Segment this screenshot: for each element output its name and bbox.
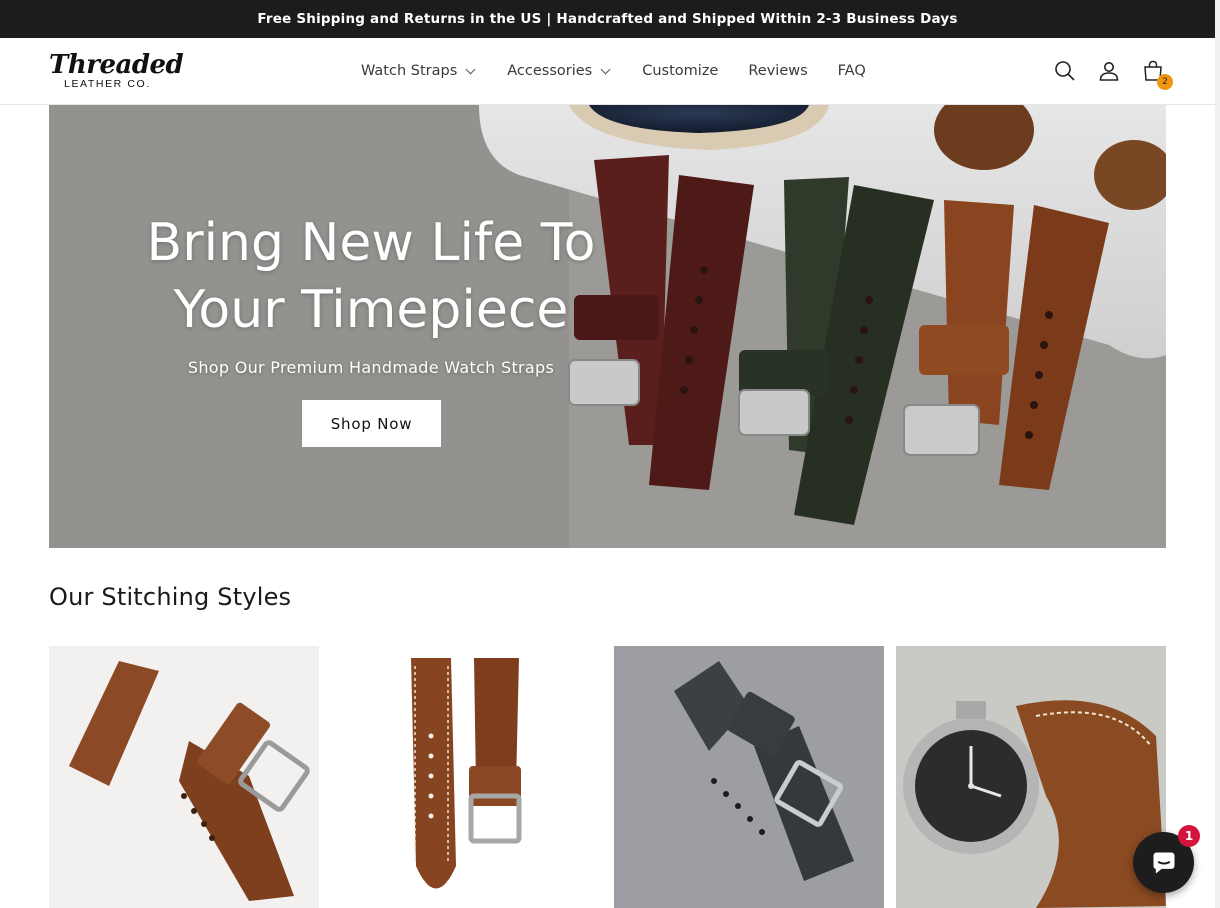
logo[interactable]: Threaded LEATHER CO. bbox=[49, 50, 184, 94]
stitching-cards bbox=[49, 646, 1166, 908]
nav-faq[interactable]: FAQ bbox=[838, 63, 866, 79]
chat-notification-badge: 1 bbox=[1178, 825, 1200, 847]
nav-accessories[interactable]: Accessories bbox=[507, 63, 611, 79]
hero-banner: Bring New Life To Your Timepiece Shop Ou… bbox=[49, 105, 1166, 548]
nav-watch-straps[interactable]: Watch Straps bbox=[361, 63, 476, 79]
hero-subtitle: Shop Our Premium Handmade Watch Straps bbox=[187, 358, 555, 377]
announcement-text: Free Shipping and Returns in the US | Ha… bbox=[257, 11, 958, 27]
site-header: Threaded LEATHER CO. Watch Straps Access… bbox=[0, 38, 1215, 105]
hero-text: Bring New Life To Your Timepiece Shop Ou… bbox=[121, 210, 621, 377]
chat-icon bbox=[1153, 852, 1174, 873]
page-scrollbar[interactable] bbox=[1215, 0, 1220, 908]
stitch-card-watch[interactable] bbox=[896, 646, 1166, 908]
strap-image bbox=[49, 646, 319, 908]
logo-script: Threaded bbox=[49, 50, 184, 80]
stitch-card-full[interactable] bbox=[331, 646, 601, 908]
cart-icon[interactable]: 2 bbox=[1141, 59, 1173, 90]
hero-title-line1: Bring New Life To bbox=[146, 213, 596, 273]
stitch-card-grey[interactable] bbox=[614, 646, 884, 908]
announcement-bar: Free Shipping and Returns in the US | Ha… bbox=[0, 0, 1215, 38]
strap-image bbox=[331, 646, 601, 908]
search-icon[interactable] bbox=[1053, 59, 1077, 83]
section-title: Our Stitching Styles bbox=[49, 583, 292, 611]
account-icon[interactable] bbox=[1097, 59, 1121, 83]
nav-label: Accessories bbox=[507, 63, 593, 79]
nav-reviews[interactable]: Reviews bbox=[748, 63, 807, 79]
strap-image bbox=[896, 646, 1166, 908]
nav-label: Watch Straps bbox=[361, 63, 458, 79]
nav-customize[interactable]: Customize bbox=[642, 63, 718, 79]
hero-title-line2: Your Timepiece bbox=[173, 280, 569, 340]
strap-image bbox=[614, 646, 884, 908]
stitch-card-minimal[interactable] bbox=[49, 646, 319, 908]
nav-label: Reviews bbox=[748, 63, 808, 79]
shop-now-button[interactable]: Shop Now bbox=[302, 400, 441, 447]
header-icons: 2 bbox=[1053, 38, 1173, 104]
nav-label: FAQ bbox=[837, 63, 866, 79]
main-nav: Watch Straps Accessories Customize Revie… bbox=[361, 38, 866, 104]
chevron-down-icon bbox=[600, 64, 611, 75]
chevron-down-icon bbox=[465, 64, 476, 75]
nav-label: Customize bbox=[642, 63, 719, 79]
cart-count-badge: 2 bbox=[1157, 74, 1173, 90]
